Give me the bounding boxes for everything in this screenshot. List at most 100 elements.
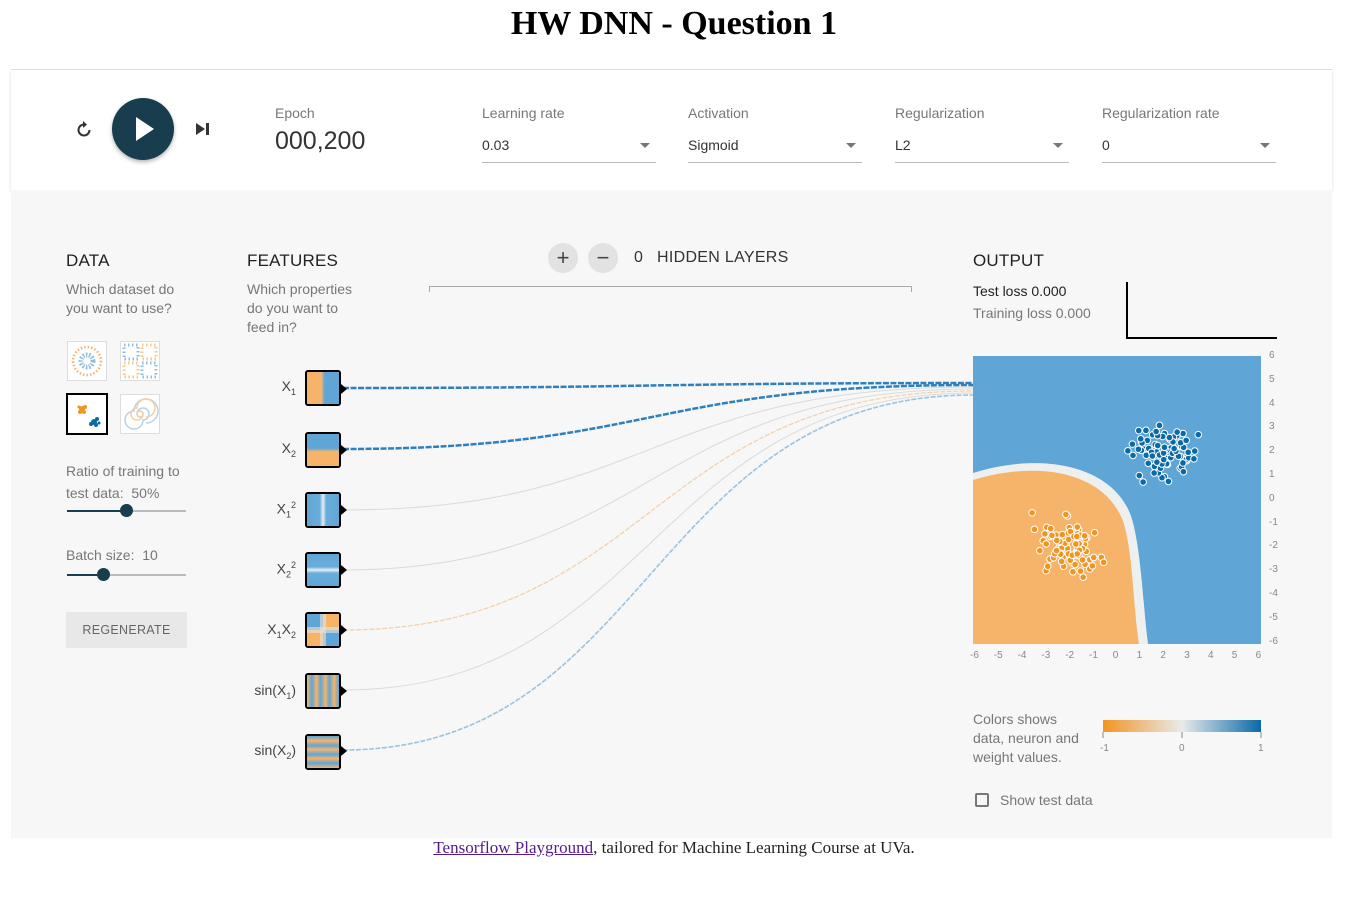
- y-tick-label: 6: [1269, 350, 1275, 361]
- data-point: [1179, 467, 1188, 476]
- y-tick-label: -4: [1269, 588, 1278, 599]
- data-point: [1089, 553, 1098, 562]
- data-point: [1190, 454, 1198, 463]
- data-point: [1099, 558, 1108, 567]
- x-tick-label: -6: [970, 650, 979, 661]
- data-point: [1165, 433, 1174, 442]
- data-point: [1088, 562, 1097, 570]
- data-point: [1184, 448, 1193, 457]
- feature-x1x2-arrow: [341, 625, 347, 635]
- data-point: [1136, 435, 1145, 443]
- feature-sin-x2-heatmap: [307, 736, 339, 768]
- color-scale: [1102, 720, 1262, 738]
- feature-sin-x1-arrow: [341, 686, 347, 696]
- y-tick-label: 3: [1269, 421, 1275, 433]
- data-point: [1052, 546, 1061, 555]
- data-point: [1153, 441, 1162, 450]
- feature-label-sin-x2: sin(X2): [254, 742, 296, 761]
- feature-x1-squared-heatmap: [307, 494, 339, 526]
- data-point: [1062, 510, 1070, 519]
- data-point: [1041, 530, 1049, 538]
- y-tick-label: 4: [1269, 397, 1275, 409]
- x-tick-label: 4: [1208, 650, 1214, 661]
- feature-x2-heatmap: [307, 434, 339, 466]
- data-point: [1190, 447, 1199, 455]
- feature-label-x1x2: X1X2: [267, 621, 296, 640]
- data-point: [1139, 478, 1147, 486]
- hidden-layers-bracket: [429, 286, 912, 292]
- hidden-layers-label: HIDDEN LAYERS: [657, 249, 789, 266]
- test-loss-value: 0.000: [1031, 283, 1067, 299]
- y-tick-label: -5: [1269, 611, 1278, 623]
- footer: Tensorflow Playground, tailored for Mach…: [0, 838, 1348, 858]
- data-point: [1153, 458, 1161, 466]
- legend-min: -1: [1100, 743, 1109, 754]
- x-tick-label: 2: [1160, 650, 1166, 661]
- loss-chart: [1126, 282, 1277, 339]
- data-point: [1028, 508, 1036, 517]
- data-point: [1080, 532, 1089, 540]
- add-layer-button[interactable]: +: [548, 243, 578, 273]
- x-tick-label: 5: [1231, 650, 1238, 661]
- data-point: [1036, 546, 1044, 555]
- data-point: [1128, 440, 1137, 448]
- y-tick-label: 5: [1269, 373, 1275, 385]
- data-point: [1159, 455, 1168, 464]
- tensorflow-playground-link[interactable]: Tensorflow Playground: [433, 838, 593, 857]
- loss-curve: [1126, 282, 1277, 339]
- x-tick-label: 0: [1112, 650, 1119, 661]
- data-point: [1073, 523, 1082, 531]
- feature-sin-x2-arrow: [341, 746, 347, 756]
- data-point: [1134, 445, 1143, 454]
- feature-x2[interactable]: [305, 432, 341, 468]
- legend-mid: 0: [1179, 743, 1185, 754]
- data-point: [1057, 557, 1066, 566]
- link-sinx1: [342, 392, 974, 691]
- remove-layer-button[interactable]: −: [588, 243, 618, 273]
- data-point: [1042, 540, 1051, 548]
- x-tick-label: -2: [1065, 650, 1075, 661]
- color-legend-text: Colors shows data, neuron and weight val…: [973, 710, 1079, 767]
- feature-label-x2-squared: X22: [276, 560, 296, 580]
- feature-x1[interactable]: [305, 370, 341, 406]
- x-tick-label: 3: [1184, 650, 1190, 661]
- y-tick-label: -2: [1269, 540, 1278, 552]
- feature-x1x2[interactable]: [305, 612, 341, 648]
- show-test-data-checkbox[interactable]: [975, 793, 989, 807]
- data-point: [1072, 540, 1080, 548]
- data-point: [1073, 550, 1082, 558]
- feature-label-x1: X1: [281, 378, 296, 397]
- y-tick-label: 2: [1269, 445, 1275, 457]
- training-loss: Training loss 0.000: [973, 305, 1091, 321]
- feature-x1-arrow: [341, 384, 347, 394]
- feature-sin-x2[interactable]: [305, 734, 341, 770]
- x-axis: -6 -5 -4 -3 -2 -1 0 1 2 3 4 5 6: [965, 650, 1275, 664]
- data-point: [1030, 525, 1039, 534]
- link-x1sq: [342, 386, 974, 511]
- training-loss-value: 0.000: [1055, 305, 1091, 321]
- feature-label-sin-x1: sin(X1): [254, 682, 296, 701]
- output-title: OUTPUT: [973, 251, 1045, 270]
- y-tick-label: -3: [1269, 564, 1278, 576]
- data-point: [1046, 524, 1055, 533]
- data-point: [1194, 430, 1203, 439]
- footer-text: , tailored for Machine Learning Course a…: [593, 838, 915, 857]
- data-point: [1173, 428, 1181, 436]
- data-point: [1058, 530, 1067, 539]
- data-point: [1043, 562, 1052, 571]
- feature-x1-squared-arrow: [341, 505, 347, 515]
- data-point: [1152, 427, 1160, 436]
- x-tick-label: 6: [1255, 650, 1262, 661]
- feature-x1-squared[interactable]: [305, 492, 341, 528]
- feature-sin-x1[interactable]: [305, 673, 341, 709]
- data-point: [1155, 421, 1164, 430]
- feature-x2-arrow: [341, 445, 347, 455]
- data-point: [1124, 447, 1132, 455]
- legend-text-line: Colors shows: [973, 711, 1058, 727]
- data-point: [1071, 560, 1079, 569]
- feature-x2-squared[interactable]: [305, 552, 341, 588]
- test-loss-label: Test loss: [973, 283, 1028, 299]
- hidden-layer-count: 0: [634, 249, 643, 266]
- legend-text-line: weight values.: [973, 749, 1062, 765]
- data-point: [1144, 459, 1153, 468]
